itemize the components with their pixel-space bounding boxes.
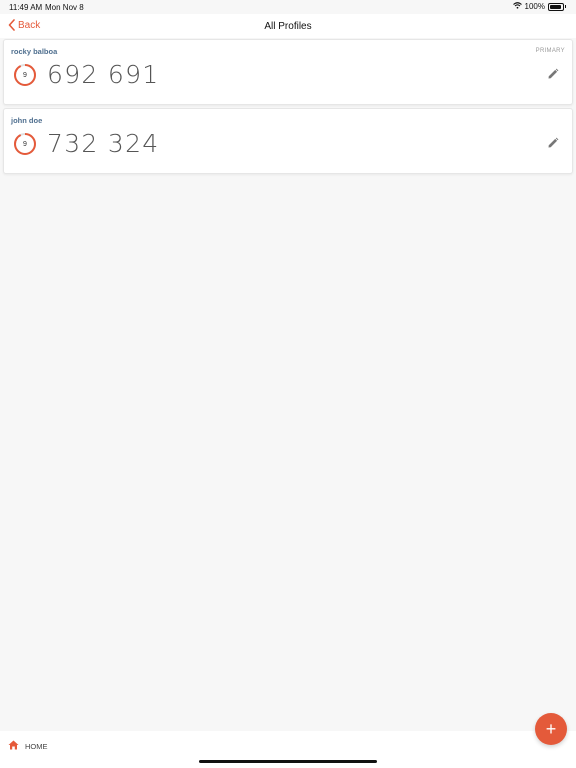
pencil-icon[interactable] xyxy=(547,67,559,79)
countdown-value: 9 xyxy=(23,71,27,79)
primary-badge: PRIMARY xyxy=(535,48,565,54)
status-date: Mon Nov 8 xyxy=(45,3,84,12)
wifi-icon xyxy=(512,2,522,11)
countdown-value: 9 xyxy=(23,140,27,148)
home-label: HOME xyxy=(25,741,48,751)
page-title: All Profiles xyxy=(264,21,312,32)
status-bar: 11:49 AM Mon Nov 8 100% xyxy=(0,0,576,14)
profile-name: john doe xyxy=(11,116,43,125)
status-right: 100% xyxy=(512,2,566,11)
battery-icon xyxy=(548,2,564,11)
profile-card-rocky-balboa[interactable]: rocky balboa PRIMARY 9 692 691 xyxy=(3,39,573,105)
home-indicator xyxy=(199,760,377,763)
battery-percent: 100% xyxy=(524,2,545,11)
pencil-icon[interactable] xyxy=(547,136,559,148)
profile-card-john-doe[interactable]: john doe 9 732 324 xyxy=(3,108,573,174)
verification-code: 692 691 xyxy=(47,60,160,89)
verification-code: 732 324 xyxy=(47,129,160,158)
status-time: 11:49 AM xyxy=(9,3,43,12)
house-icon xyxy=(8,737,19,755)
battery-nub-icon xyxy=(565,5,566,8)
home-tab[interactable]: HOME xyxy=(8,737,48,755)
navigation-bar: Back All Profiles xyxy=(0,14,576,38)
profile-name: rocky balboa xyxy=(11,47,58,56)
plus-icon: + xyxy=(545,718,557,739)
add-profile-button[interactable]: + xyxy=(535,713,567,745)
